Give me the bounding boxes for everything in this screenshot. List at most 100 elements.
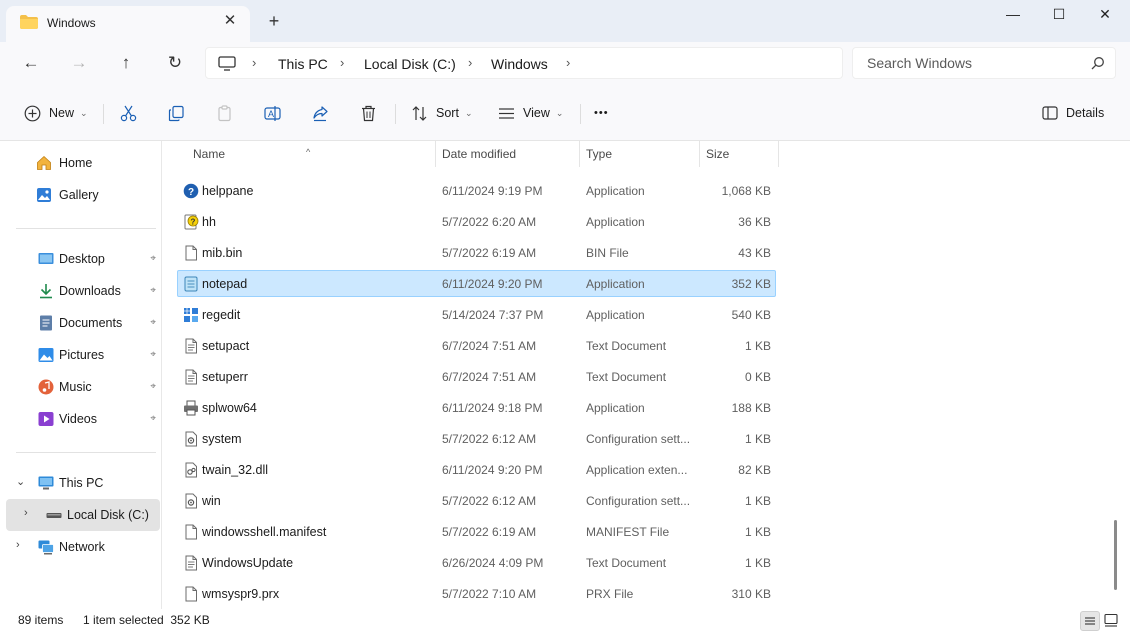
file-type: Application (586, 277, 645, 291)
pin-icon[interactable]: ⌖ (150, 285, 156, 296)
chevron-right-icon[interactable]: › (16, 539, 20, 551)
pin-icon[interactable]: ⌖ (150, 381, 156, 392)
column-header-size[interactable]: Size (700, 141, 778, 167)
sidebar-item-this-pc[interactable]: ⌄ This PC (6, 470, 160, 496)
notepad-icon (184, 276, 198, 292)
file-row[interactable]: twain_32.dll 6/11/2024 9:20 PM Application… (177, 456, 776, 483)
forward-button[interactable]: → (66, 50, 92, 76)
file-row[interactable]: windowsshell.manifest 5/7/2022 6:19 AM MAN… (177, 518, 776, 545)
pin-icon[interactable]: ⌖ (150, 349, 156, 360)
tiles-view-icon (1104, 613, 1118, 627)
sidebar-item-downloads[interactable]: Downloads ⌖ (6, 278, 160, 304)
sidebar-item-label: Network (59, 540, 105, 554)
tab-windows[interactable]: Windows ✕ (6, 6, 250, 42)
file-row[interactable]: ? helppane 6/11/2024 9:19 PM Application 1,0… (177, 177, 776, 204)
file-size: 310 KB (731, 587, 771, 601)
file-size: 1 KB (744, 494, 771, 508)
file-name: notepad (202, 277, 248, 291)
share-icon (313, 105, 328, 121)
cut-button[interactable] (120, 101, 137, 125)
file-size: 43 KB (738, 246, 771, 260)
file-row[interactable]: regedit 5/14/2024 7:37 PM Application 540 K… (177, 301, 776, 328)
pin-icon[interactable]: ⌖ (150, 317, 156, 328)
sidebar-item-label: Music (59, 380, 92, 394)
sidebar-item-pictures[interactable]: Pictures ⌖ (6, 342, 160, 368)
up-button[interactable]: ↑ (113, 50, 139, 76)
close-tab-icon[interactable]: ✕ (220, 11, 240, 31)
file-row[interactable]: notepad 6/11/2024 9:20 PM Application 352 K… (177, 270, 776, 297)
file-row[interactable]: setupact 6/7/2024 7:51 AM Text Document 1 K… (177, 332, 776, 359)
status-bar: 89 items 1 item selected 352 KB (0, 609, 1130, 633)
sidebar-item-desktop[interactable]: Desktop ⌖ (6, 246, 160, 272)
text-file-icon (185, 555, 197, 571)
file-row[interactable]: WindowsUpdate 6/26/2024 4:09 PM Text Docum… (177, 549, 776, 576)
file-type: Application (586, 308, 645, 322)
file-row[interactable]: mib.bin 5/7/2022 6:19 AM BIN File 43 KB (177, 239, 776, 266)
view-button[interactable]: View ⌄ (498, 101, 563, 125)
file-date-modified: 6/11/2024 9:19 PM (442, 184, 543, 198)
new-button[interactable]: New ⌄ (24, 101, 88, 125)
rename-button[interactable]: A (264, 101, 281, 125)
delete-button[interactable] (360, 101, 377, 125)
chevron-right-icon[interactable]: › (24, 507, 28, 519)
file-row[interactable]: ? hh 5/7/2022 6:20 AM Application 36 KB (177, 208, 776, 235)
tiles-view-button[interactable] (1102, 611, 1122, 631)
tab-title: Windows (47, 16, 96, 30)
copy-button[interactable] (168, 101, 185, 125)
vertical-scrollbar[interactable] (1114, 520, 1117, 590)
sidebar-item-home[interactable]: Home (6, 150, 160, 176)
sidebar-item-gallery[interactable]: Gallery (6, 182, 160, 208)
share-button[interactable] (312, 101, 329, 125)
file-row[interactable]: win 5/7/2022 6:12 AM Configuration sett...… (177, 487, 776, 514)
videos-icon (38, 412, 54, 426)
chevron-down-icon[interactable]: ⌄ (16, 475, 25, 488)
file-type: Configuration sett... (586, 494, 691, 508)
column-resize-handle[interactable] (778, 141, 779, 167)
maximize-button[interactable]: ☐ (1036, 0, 1082, 30)
file-row[interactable]: splwow64 6/11/2024 9:18 PM Application 188 … (177, 394, 776, 421)
sidebar-item-documents[interactable]: Documents ⌖ (6, 310, 160, 336)
search-input[interactable] (853, 48, 1083, 78)
paste-button[interactable] (216, 101, 233, 125)
close-window-button[interactable]: ✕ (1082, 0, 1128, 30)
back-button[interactable]: ← (18, 50, 44, 76)
new-label: New (49, 106, 75, 120)
minimize-button[interactable]: — (990, 0, 1036, 30)
refresh-button[interactable]: ↻ (162, 50, 188, 76)
navigation-bar: ← → ↑ ↻ › This PC › Local Disk (C:) › Wi… (0, 42, 1130, 84)
file-row[interactable]: system 5/7/2022 6:12 AM Configuration sett… (177, 425, 776, 452)
help-doc-icon: ? (184, 214, 199, 230)
sidebar-item-label: Pictures (59, 348, 105, 362)
breadcrumb-windows[interactable]: Windows (491, 56, 548, 72)
file-type: Application (586, 184, 645, 198)
pictures-icon (38, 348, 54, 362)
breadcrumb-this-pc[interactable]: This PC (278, 56, 328, 72)
sort-button[interactable]: Sort ⌄ (411, 101, 472, 125)
more-options-button[interactable]: ••• (594, 101, 609, 125)
file-size: 188 KB (731, 401, 771, 415)
sidebar-item-music[interactable]: Music ⌖ (6, 374, 160, 400)
new-tab-button[interactable]: + (264, 12, 284, 32)
pin-icon[interactable]: ⌖ (150, 413, 156, 424)
details-pane-button[interactable]: Details (1042, 101, 1104, 125)
sidebar-item-local-disk[interactable]: › Local Disk (C:) (6, 499, 160, 531)
file-row[interactable]: wmsyspr9.prx 5/7/2022 7:10 AM PRX File 310 … (177, 580, 776, 607)
computer-icon (218, 56, 236, 71)
file-row[interactable]: setuperr 6/7/2024 7:51 AM Text Document 0 K… (177, 363, 776, 390)
sidebar-item-label: Local Disk (C:) (67, 508, 149, 522)
pin-icon[interactable]: ⌖ (150, 253, 156, 264)
breadcrumb-separator: › (340, 55, 345, 70)
file-size: 0 KB (744, 370, 771, 384)
chevron-down-icon: ⌄ (555, 107, 564, 118)
breadcrumb-local-disk[interactable]: Local Disk (C:) (364, 56, 456, 72)
column-header-type[interactable]: Type (580, 141, 699, 167)
file-name: WindowsUpdate (202, 556, 294, 570)
details-view-button[interactable] (1080, 611, 1100, 631)
navigation-pane: Home Gallery Desktop ⌖ Downloads ⌖ Docum… (0, 141, 162, 609)
sidebar-item-videos[interactable]: Videos ⌖ (6, 406, 160, 432)
divider (395, 104, 396, 124)
column-header-name[interactable]: Name ^ (163, 141, 433, 167)
address-bar[interactable]: › This PC › Local Disk (C:) › Windows › (205, 47, 843, 79)
column-header-date[interactable]: Date modified (436, 141, 579, 167)
sidebar-item-network[interactable]: › Network (6, 534, 160, 560)
